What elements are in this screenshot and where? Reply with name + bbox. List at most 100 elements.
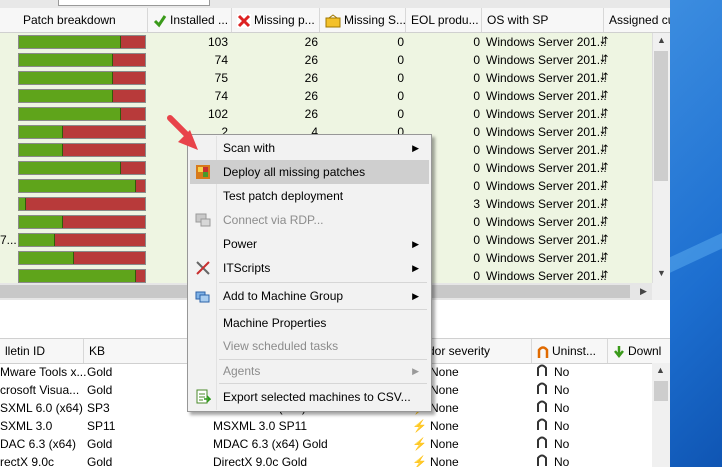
row-spin-icon: ⇵ xyxy=(600,180,609,191)
missing-patches-count: 26 xyxy=(304,71,318,85)
menu-item-test-patch-deployment[interactable]: Test patch deployment xyxy=(190,184,429,208)
menu-item-agents[interactable]: Agents ▶ xyxy=(190,359,429,383)
patch-grid-vertical-scrollbar[interactable]: ▲ xyxy=(652,363,670,467)
installed-fill xyxy=(19,216,63,228)
column-label: Installed ... xyxy=(170,13,229,27)
os-with-sp: Windows Server 201... xyxy=(486,53,607,67)
eol-count: 0 xyxy=(473,89,480,103)
machine-filter-dropdown[interactable] xyxy=(58,0,210,6)
uninstall-value: No xyxy=(554,401,570,415)
vertical-scroll-thumb[interactable] xyxy=(654,51,668,181)
menu-separator xyxy=(219,383,427,384)
row-spin-icon: ⇵ xyxy=(600,126,609,137)
uninstall-value: No xyxy=(554,383,570,397)
menu-item-label: Test patch deployment xyxy=(223,189,344,203)
column-label: Missing p... xyxy=(254,13,315,27)
menu-item-export-csv[interactable]: Export selected machines to CSV... xyxy=(190,385,429,409)
missing-patches-count: 26 xyxy=(304,53,318,67)
column-uninstallable[interactable]: Uninst... xyxy=(532,339,608,363)
menu-item-connect-via-rdp[interactable]: Connect via RDP... xyxy=(190,208,429,232)
column-missing-patches[interactable]: Missing p... xyxy=(232,8,320,32)
menu-item-machine-properties[interactable]: Machine Properties xyxy=(190,311,429,335)
menu-item-power[interactable]: Power ▶ xyxy=(190,232,429,256)
scroll-up-icon[interactable]: ▲ xyxy=(656,365,665,375)
column-assigned[interactable]: Assigned cu xyxy=(604,8,670,32)
machine-row[interactable]: 74 26 0 0 Windows Server 201... ⇵ xyxy=(0,87,652,105)
tools-icon xyxy=(196,261,210,275)
uninstall-value: No xyxy=(554,437,570,451)
patch-breakdown-bar xyxy=(18,107,146,121)
patch-breakdown-bar xyxy=(18,53,146,67)
download-icon xyxy=(614,345,624,358)
patch-row[interactable]: rectX 9.0c Gold DirectX 9.0c Gold ⚡ None No xyxy=(0,453,652,467)
scroll-down-icon[interactable]: ▼ xyxy=(657,268,666,278)
uninstall-icon xyxy=(536,363,548,382)
scroll-right-icon[interactable]: ▶ xyxy=(640,286,647,297)
patch-breakdown-bar xyxy=(18,125,146,139)
bulletin-id: SXML 6.0 (x64) xyxy=(0,401,83,415)
patch-row[interactable]: SXML 3.0 SP11 MSXML 3.0 SP11 ⚡ None No xyxy=(0,417,652,435)
submenu-arrow-icon: ▶ xyxy=(412,263,419,273)
menu-item-deploy-all-missing-patches[interactable]: Deploy all missing patches xyxy=(190,160,429,184)
kb-value: Gold xyxy=(87,437,113,451)
machine-row[interactable]: 75 26 0 0 Windows Server 201... ⇵ xyxy=(0,69,652,87)
machine-row[interactable]: 103 26 0 0 Windows Server 201... ⇵ xyxy=(0,33,652,51)
machine-row[interactable]: 102 26 0 0 Windows Server 201... ⇵ xyxy=(0,105,652,123)
severity-value: None xyxy=(430,419,459,433)
missing-patches-count: 26 xyxy=(304,35,318,49)
uninstall-icon xyxy=(536,381,548,400)
column-installed[interactable]: Installed ... xyxy=(148,8,232,32)
row-spin-icon: ⇵ xyxy=(600,252,609,263)
menu-item-label: Power xyxy=(223,237,258,251)
machine-name: 7... xyxy=(0,233,17,247)
column-missing-sp[interactable]: Missing S... xyxy=(320,8,406,32)
column-eol-products[interactable]: EOL produ... xyxy=(406,8,482,32)
yellow-package-icon xyxy=(325,14,341,28)
column-label: Uninst... xyxy=(552,344,597,358)
installed-fill xyxy=(19,252,75,264)
desktop-background xyxy=(670,0,722,467)
column-patch-breakdown[interactable]: Patch breakdown xyxy=(18,8,148,32)
menu-item-view-scheduled-tasks[interactable]: View scheduled tasks xyxy=(190,334,429,358)
patch-grid-scroll-thumb[interactable] xyxy=(654,381,668,401)
patch-breakdown-bar xyxy=(18,215,146,229)
column-label: Patch breakdown xyxy=(23,13,116,27)
column-bulletin-id[interactable]: lletin ID xyxy=(0,339,84,363)
installed-fill xyxy=(19,54,114,66)
uninstall-icon xyxy=(537,346,549,358)
column-download[interactable]: Downl xyxy=(608,339,670,363)
bulletin-id: Mware Tools x... xyxy=(0,365,87,379)
annotation-arrow-icon xyxy=(167,115,198,150)
os-with-sp: Windows Server 201... xyxy=(486,107,607,121)
patch-breakdown-bar xyxy=(18,197,146,211)
column-os-with-sp[interactable]: OS with SP xyxy=(482,8,604,32)
menu-item-scan-with[interactable]: Scan with ▶ xyxy=(190,136,429,160)
installed-fill xyxy=(19,198,27,210)
patch-breakdown-bar xyxy=(18,179,146,193)
row-spin-icon: ⇵ xyxy=(600,270,609,281)
red-x-icon xyxy=(237,13,251,28)
menu-item-add-to-machine-group[interactable]: Add to Machine Group ▶ xyxy=(190,284,429,308)
os-with-sp: Windows Server 201... xyxy=(486,89,607,103)
installed-count: 74 xyxy=(214,53,228,67)
installed-fill xyxy=(19,162,121,174)
machine-row[interactable]: 74 26 0 0 Windows Server 201... ⇵ xyxy=(0,51,652,69)
eol-count: 0 xyxy=(473,107,480,121)
menu-item-label: Add to Machine Group xyxy=(223,289,344,303)
menu-item-itscripts[interactable]: ITScripts ▶ xyxy=(190,256,429,280)
missing-sp-count: 0 xyxy=(397,107,404,121)
installed-fill xyxy=(19,234,56,246)
installed-fill xyxy=(19,144,63,156)
row-spin-icon: ⇵ xyxy=(600,144,609,155)
machine-context-menu: Scan with ▶ Deploy all missing patches T… xyxy=(187,134,432,412)
green-check-icon xyxy=(153,14,167,28)
installed-fill xyxy=(19,72,114,84)
severity-icon: ⚡ xyxy=(412,455,427,467)
patch-breakdown-bar xyxy=(18,89,146,103)
patch-row[interactable]: DAC 6.3 (x64) Gold MDAC 6.3 (x64) Gold ⚡ Non… xyxy=(0,435,652,453)
scroll-up-icon[interactable]: ▲ xyxy=(657,35,666,45)
installed-fill xyxy=(19,36,121,48)
submenu-arrow-icon: ▶ xyxy=(412,143,419,153)
submenu-arrow-icon: ▶ xyxy=(412,291,419,301)
menu-separator xyxy=(219,309,427,310)
